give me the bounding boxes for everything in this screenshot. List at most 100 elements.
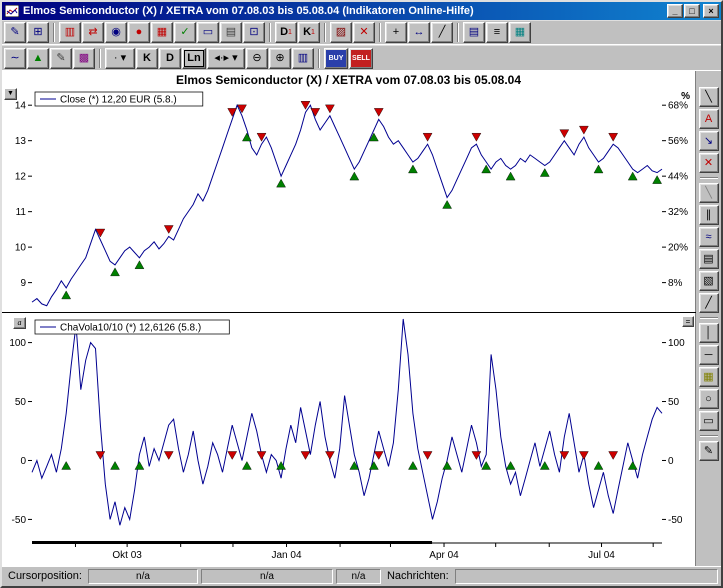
status-value-3: n/a: [336, 569, 381, 584]
scale-menu-button[interactable]: ▼: [4, 88, 17, 100]
signal-button-icon: ●: [136, 27, 143, 38]
price-chart-canvas[interactable]: 9101112131468%56%44%32%20%8%%Close (*) 1…: [2, 87, 696, 313]
zigzag-tool[interactable]: ↘: [699, 131, 719, 151]
copy-chart-button[interactable]: ⊞: [27, 22, 49, 43]
table-layout-button[interactable]: ▦: [509, 22, 531, 43]
x-axis-label: Apr 04: [429, 550, 459, 561]
buy-signal-marker: [628, 172, 637, 180]
sell-signal-marker: [164, 225, 173, 233]
zoom-in-button[interactable]: ⊕: [269, 48, 291, 69]
toolbar-separator: [324, 23, 326, 42]
sell-signal-marker: [472, 133, 481, 141]
grid-tool[interactable]: ▦: [699, 367, 719, 387]
channel-tool[interactable]: ∥: [699, 205, 719, 225]
signals-toggle-button[interactable]: ▲: [27, 48, 49, 69]
signal-button[interactable]: ●: [128, 22, 150, 43]
daily-scale-button[interactable]: D1: [275, 22, 297, 43]
compare-button[interactable]: ⇄: [82, 22, 104, 43]
line-style-dropdown[interactable]: · ▾: [105, 48, 135, 69]
vertical-line-tool[interactable]: │: [699, 323, 719, 343]
horizontal-line-tool[interactable]: ─: [699, 345, 719, 365]
move-chart-button[interactable]: ↔: [408, 22, 430, 43]
horizontal-line-tool-icon: ─: [705, 350, 713, 361]
ellipse-tool[interactable]: ○: [699, 389, 719, 409]
scroll-arrows-dropdown[interactable]: ◂·▸ ▾: [207, 48, 245, 69]
depot-button[interactable]: D: [159, 48, 181, 69]
maximize-button[interactable]: □: [684, 4, 700, 18]
trendline-tool-icon: ╲: [705, 92, 712, 103]
buy-signal-marker: [242, 461, 251, 469]
chart-wizard-button[interactable]: ✎: [4, 22, 26, 43]
rectangle-tool[interactable]: ▭: [699, 411, 719, 431]
indicator-list-button[interactable]: ▥: [59, 22, 81, 43]
buy-signal-marker: [369, 461, 378, 469]
y-axis-label: 9: [20, 278, 26, 289]
color-scheme-button[interactable]: ▨: [330, 22, 352, 43]
fibonacci-tool[interactable]: ▤: [699, 249, 719, 269]
y-axis-right-label: 44%: [668, 172, 688, 183]
delete-drawing-tool[interactable]: ✕: [699, 153, 719, 173]
histogram-button[interactable]: ▦: [151, 22, 173, 43]
subchart-menu-button[interactable]: =: [682, 316, 694, 327]
report-button[interactable]: ▤: [463, 22, 485, 43]
sell-signal-marker: [423, 451, 432, 459]
toolbar-separator: [700, 317, 718, 319]
signals-toggle-button-icon: ▲: [33, 53, 44, 64]
zoom-out-button[interactable]: ⊖: [246, 48, 268, 69]
toolbar-separator: [457, 23, 459, 42]
trend-pen-button[interactable]: ╱: [431, 22, 453, 43]
gann-tool[interactable]: ▧: [699, 271, 719, 291]
cursor-position-label: Cursorposition:: [5, 570, 85, 582]
drawing-toolbar: ╲ A ↘ ✕ ╲ ∥ ≈▤▧╱ │ ─ ▦○▭ ✎: [696, 71, 721, 566]
y-axis-right-label: 56%: [668, 136, 688, 147]
x-axis-label: Jan 04: [272, 550, 302, 561]
minimize-button[interactable]: _: [667, 4, 683, 18]
zigzag-tool-icon: ↘: [704, 136, 713, 147]
indicator-chart-canvas[interactable]: 100500-50100500-50ChaVola10/10 (*) 12,61…: [2, 313, 696, 566]
daily-scale-button-icon: D: [280, 27, 288, 38]
trendline-tool[interactable]: ╲: [699, 87, 719, 107]
wave-tool[interactable]: ≈: [699, 227, 719, 247]
y-axis-label: 100: [9, 338, 26, 349]
speed-line-tool[interactable]: ╱: [699, 293, 719, 313]
histogram-button-icon: ▦: [157, 27, 167, 38]
save-chart-button[interactable]: ▤: [220, 22, 242, 43]
news-button[interactable]: ≡: [486, 22, 508, 43]
delete-object-button[interactable]: ✕: [353, 22, 375, 43]
status-bar: Cursorposition: n/a n/a n/a Nachrichten:: [2, 566, 721, 586]
crosshair-button[interactable]: +: [385, 22, 407, 43]
buy-signal-marker: [408, 165, 417, 173]
sell-marker-button[interactable]: SELL: [349, 48, 373, 69]
buy-signal-marker: [594, 461, 603, 469]
cursor-position-value: n/a: [88, 569, 198, 584]
print-chart-button[interactable]: ⊡: [243, 22, 265, 43]
buy-signal-marker: [111, 268, 120, 276]
toolbar-separator: [99, 49, 101, 68]
ray-tool[interactable]: ╲: [699, 183, 719, 203]
kurs-scale-button[interactable]: K1: [298, 22, 320, 43]
chart-check-button-icon: ✓: [180, 27, 189, 38]
chart-frame-button[interactable]: ▭: [197, 22, 219, 43]
toolbar-separator: [269, 23, 271, 42]
sell-signal-marker: [423, 133, 432, 141]
strategy-button[interactable]: ◉: [105, 22, 127, 43]
copy-chart-button-icon: ⊞: [33, 27, 42, 38]
chart-check-button[interactable]: ✓: [174, 22, 196, 43]
channel-tool-icon: ∥: [706, 210, 712, 221]
zoom-range-button[interactable]: ▥: [292, 48, 314, 69]
title-bar[interactable]: Elmos Semiconductor (X) / XETRA vom 07.0…: [2, 2, 721, 20]
mini-chart-button[interactable]: ∼: [4, 48, 26, 69]
kurs-button[interactable]: K: [136, 48, 158, 69]
draw-pen-button[interactable]: ✎: [50, 48, 72, 69]
delete-object-button-icon: ✕: [359, 27, 368, 38]
sell-signal-marker: [228, 451, 237, 459]
sell-signal-marker: [579, 451, 588, 459]
buy-marker-button[interactable]: BUY: [324, 48, 348, 69]
palette-button[interactable]: ▩: [73, 48, 95, 69]
close-button[interactable]: ×: [703, 4, 719, 18]
log-scale-button[interactable]: Ln: [182, 48, 206, 69]
freehand-tool[interactable]: ✎: [699, 441, 719, 461]
buy-signal-marker: [628, 461, 637, 469]
subchart-scale-badge[interactable]: a: [13, 317, 26, 329]
text-tool[interactable]: A: [699, 109, 719, 129]
